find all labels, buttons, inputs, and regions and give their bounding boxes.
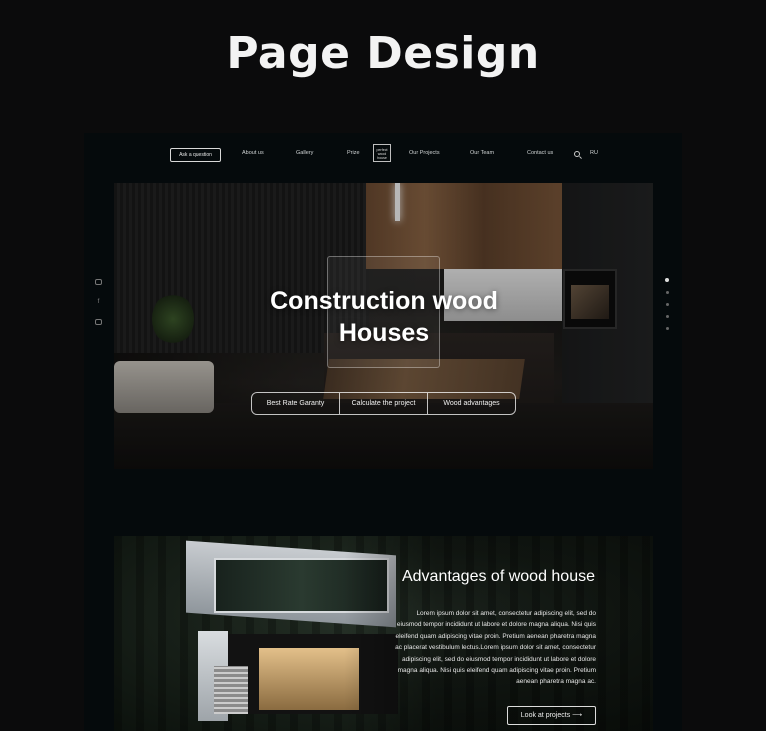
stairs-image [214, 666, 248, 714]
hero-button-group: Best Rate Garanty Calculate the project … [251, 392, 516, 415]
top-navigation: Ask a question About us Gallery Prize pe… [84, 133, 682, 179]
language-switch[interactable]: RU [590, 150, 598, 156]
nav-item-about[interactable]: About us [242, 150, 264, 156]
slider-dot-1[interactable] [665, 278, 669, 282]
nav-item-projects[interactable]: Our Projects [409, 150, 440, 156]
website-mockup: Ask a question About us Gallery Prize pe… [84, 133, 682, 731]
hero-title: Construction wood Houses [270, 287, 498, 347]
slider-dot-4[interactable] [666, 315, 669, 318]
arrow-right-icon: ⟶ [572, 712, 583, 719]
look-at-projects-button[interactable]: Look at projects ⟶ [507, 706, 596, 725]
logo[interactable]: perfect wood house [373, 144, 391, 162]
page-title: Page Design [226, 28, 540, 79]
calculate-project-button[interactable]: Calculate the project [340, 393, 428, 414]
slider-dot-3[interactable] [666, 303, 669, 306]
advantages-text: Lorem ipsum dolor sit amet, consectetur … [395, 610, 596, 686]
nav-item-gallery[interactable]: Gallery [296, 150, 313, 156]
advantages-title: Advantages of wood house [401, 568, 595, 585]
ask-question-button[interactable]: Ask a question [170, 148, 221, 162]
slider-dot-2[interactable] [666, 291, 669, 294]
slider-dot-5[interactable] [666, 327, 669, 330]
wood-advantages-button[interactable]: Wood advantages [428, 393, 515, 414]
instagram-icon[interactable] [95, 279, 102, 285]
advantages-section: Advantages of wood house Lorem ipsum dol… [114, 536, 653, 731]
nav-item-prize[interactable]: Prize [347, 150, 360, 156]
facebook-icon[interactable]: f [95, 299, 102, 305]
nav-item-contact[interactable]: Contact us [527, 150, 553, 156]
nav-item-team[interactable]: Our Team [470, 150, 494, 156]
youtube-icon[interactable] [95, 319, 102, 325]
search-icon[interactable] [574, 151, 580, 157]
best-rate-button[interactable]: Best Rate Garanty [252, 393, 340, 414]
hero-section: Construction wood Houses Best Rate Garan… [114, 183, 653, 469]
